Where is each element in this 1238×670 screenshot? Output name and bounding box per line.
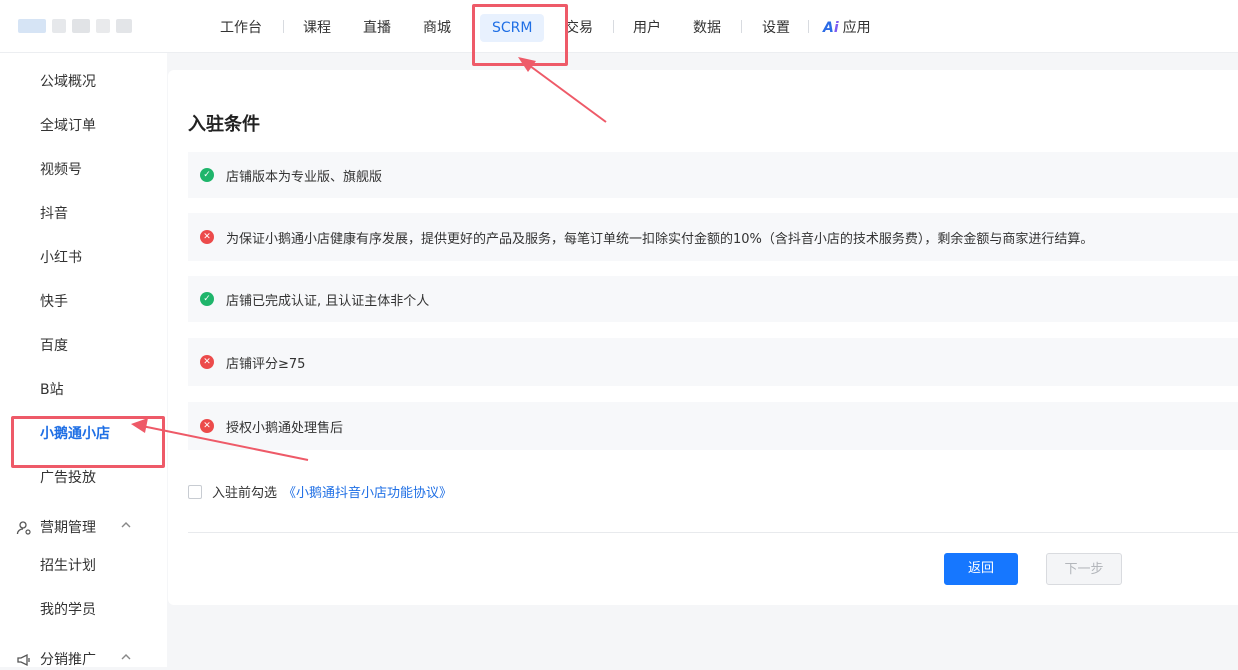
- annotation-arrow-line: [141, 425, 309, 461]
- annotation-arrowhead: [131, 418, 148, 433]
- annotation-arrowhead: [518, 57, 536, 72]
- annotation-arrow-line: [525, 62, 607, 123]
- annotation-arrows: [131, 57, 607, 461]
